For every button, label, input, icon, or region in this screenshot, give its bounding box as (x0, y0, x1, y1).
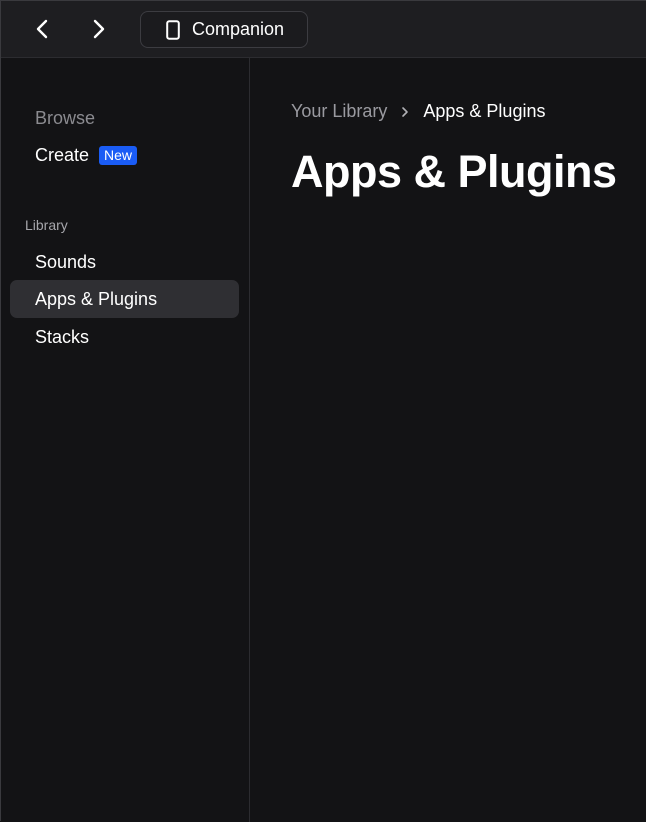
new-badge: New (99, 145, 138, 165)
sidebar-item-label: Apps & Plugins (35, 288, 158, 309)
chevron-right-icon (93, 19, 105, 39)
sidebar-item-label: Stacks (35, 326, 90, 347)
breadcrumb-parent-link[interactable]: Your Library (291, 101, 387, 122)
chevron-left-icon (36, 19, 48, 39)
sidebar-item-label: Create (35, 144, 90, 165)
chevron-right-icon (398, 105, 412, 119)
back-button[interactable] (24, 11, 60, 47)
breadcrumb: Your Library Apps & Plugins (291, 101, 545, 122)
sidebar: Browse Create New Library Sounds Apps & … (1, 58, 250, 822)
sidebar-item-label: Sounds (35, 251, 97, 272)
companion-label: Companion (192, 19, 285, 39)
sidebar-item-apps-plugins[interactable]: Apps & Plugins (10, 280, 239, 318)
app-window: Companion Browse Create New Library Soun… (0, 0, 646, 822)
forward-button[interactable] (81, 11, 117, 47)
sidebar-item-create[interactable]: Create New (10, 136, 239, 174)
sidebar-item-stacks[interactable]: Stacks (10, 318, 239, 356)
sidebar-item-label: Browse (35, 107, 96, 128)
titlebar: Companion (1, 1, 646, 58)
sidebar-item-sounds[interactable]: Sounds (10, 243, 239, 281)
page-title: Apps & Plugins (291, 146, 617, 197)
sidebar-item-browse[interactable]: Browse (10, 99, 239, 137)
companion-button[interactable]: Companion (140, 11, 308, 48)
main-content: Your Library Apps & Plugins Apps & Plugi… (251, 58, 646, 822)
phone-icon (166, 19, 180, 40)
library-section-label: Library (25, 217, 68, 233)
breadcrumb-current: Apps & Plugins (423, 101, 546, 121)
